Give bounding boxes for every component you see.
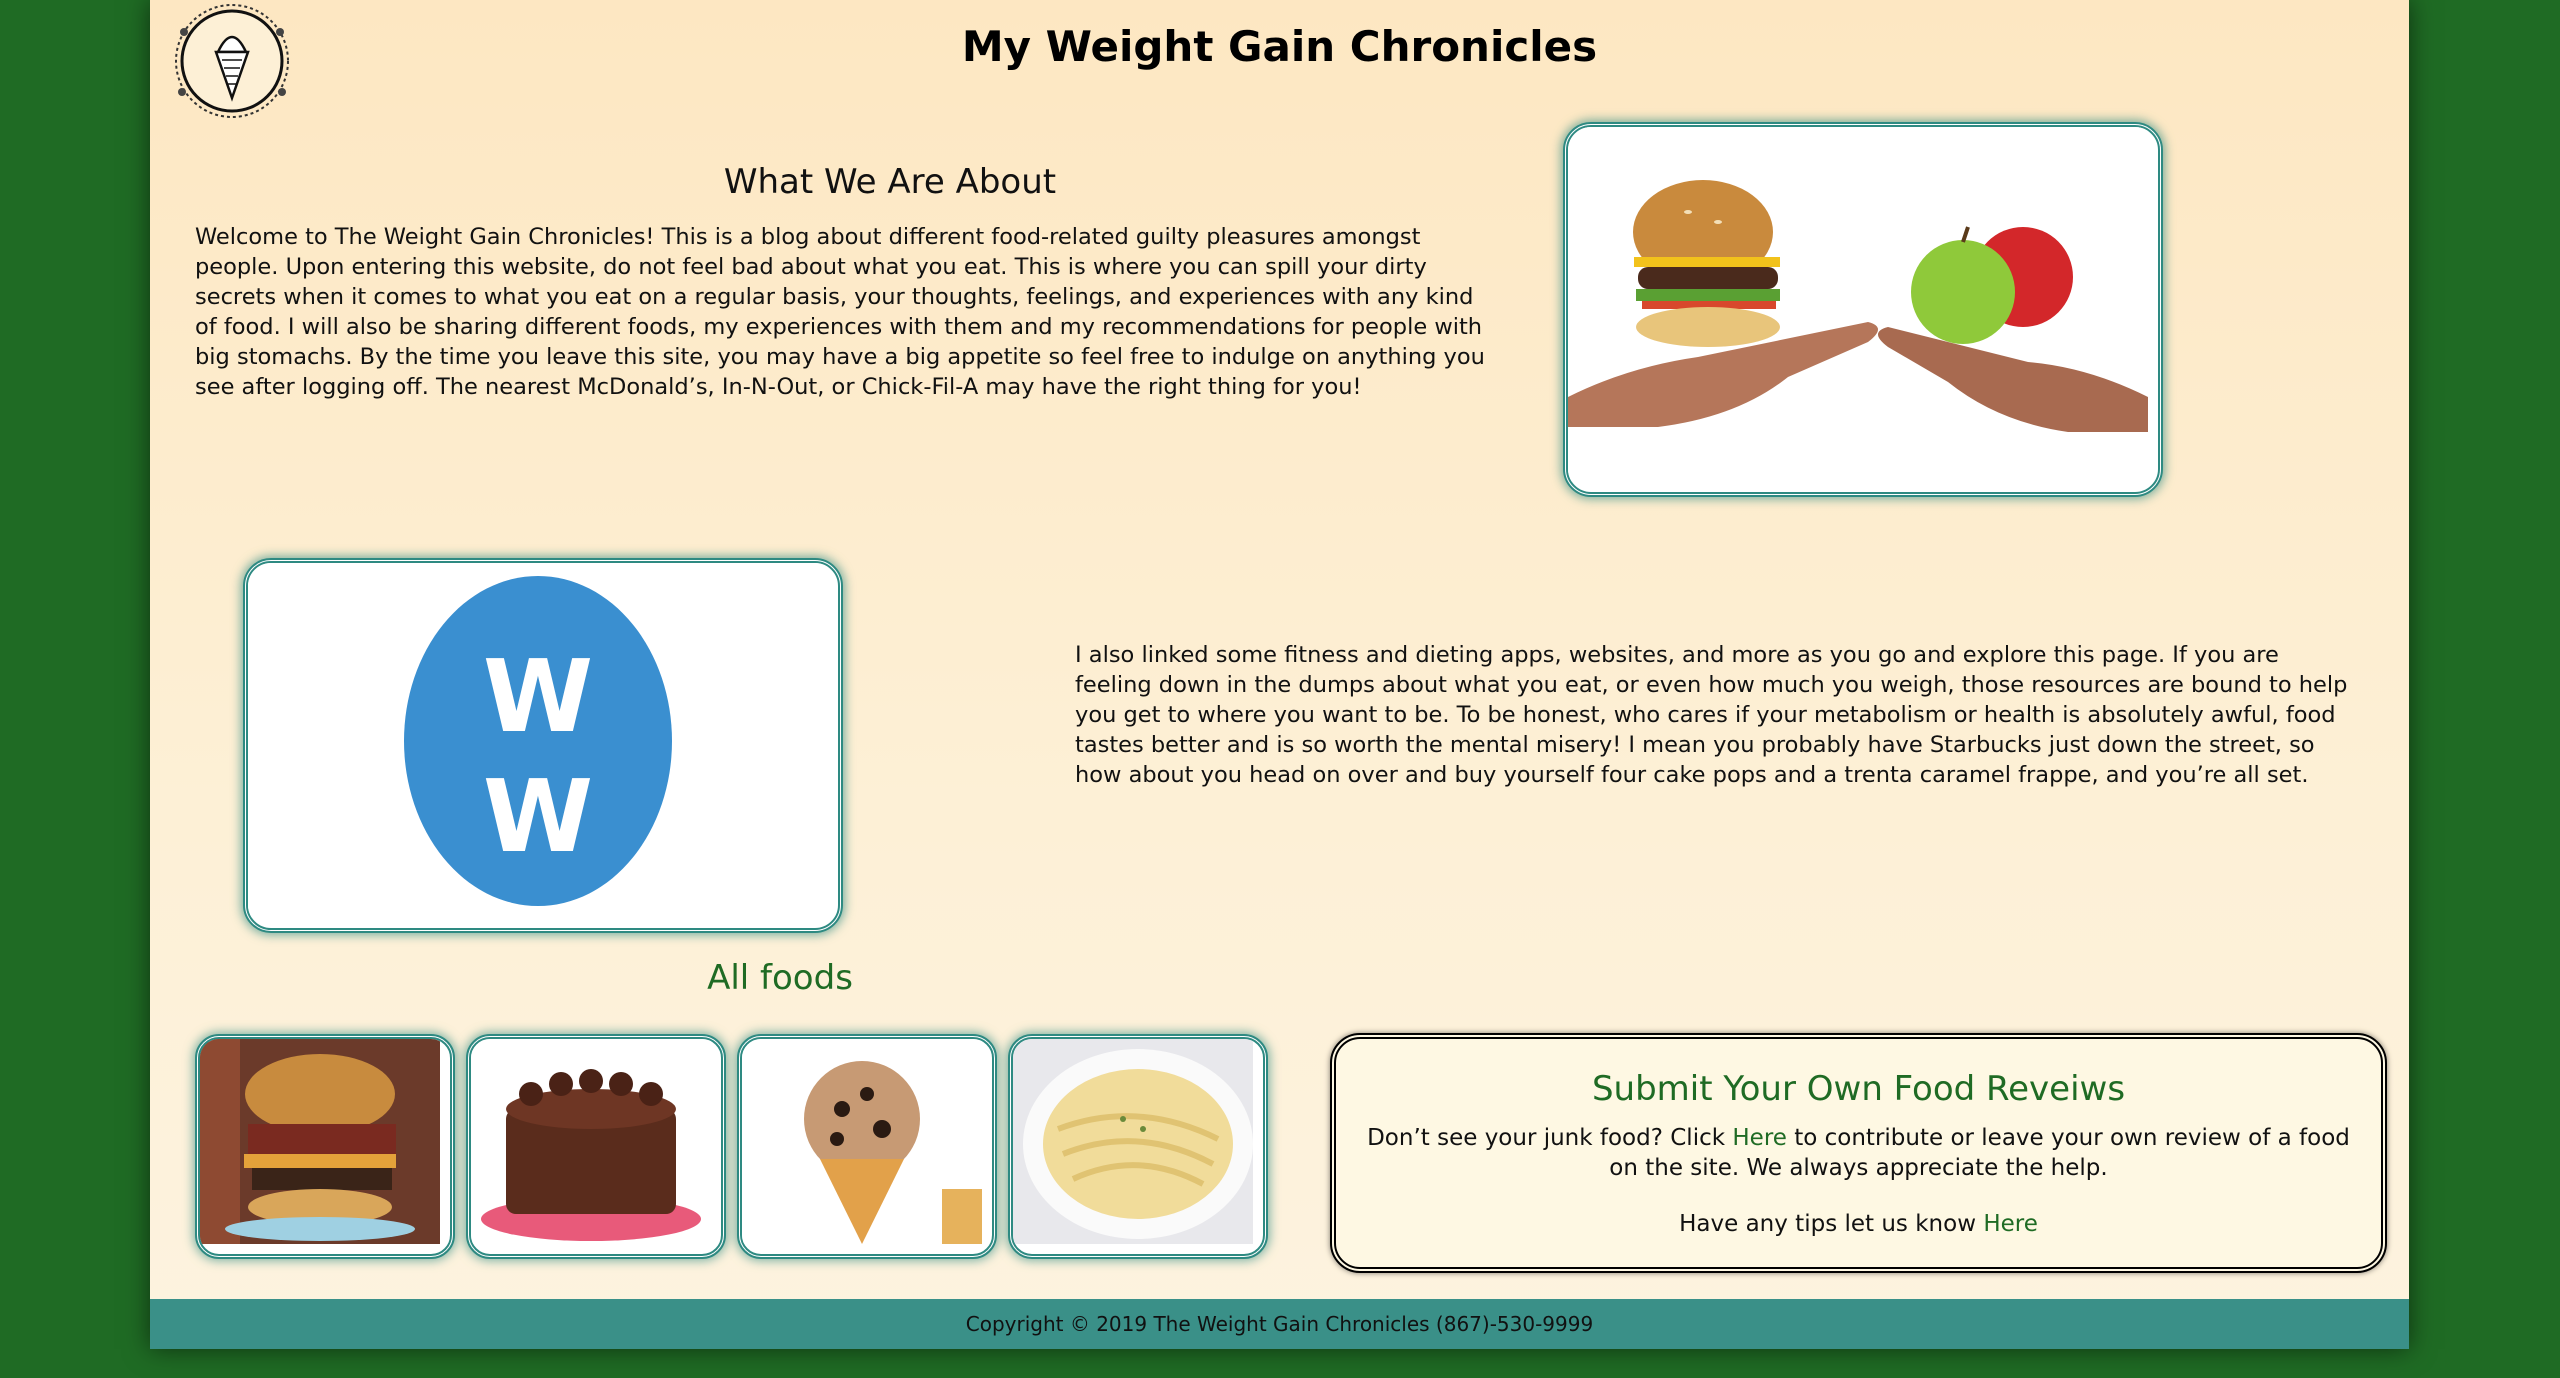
resources-paragraph: I also linked some fitness and dieting a…: [1075, 642, 2348, 788]
bacon-burger-thumbnail[interactable]: [195, 1034, 455, 1259]
submit-review-heading: Submit Your Own Food Reveiws: [1591, 1069, 2126, 1109]
svg-text:W: W: [483, 758, 593, 875]
tips-line: Have any tips let us know Here: [1336, 1211, 2381, 1237]
about-heading: What We Are About: [723, 162, 1057, 202]
all-foods-heading: All foods: [707, 958, 853, 998]
contribute-here-link[interactable]: Here: [1732, 1125, 1787, 1151]
footer-copyright: Copyright © 2019 The Weight Gain Chronic…: [965, 1312, 1594, 1336]
ww-logo-image[interactable]: W W: [243, 558, 843, 933]
fettuccine-pasta-thumbnail[interactable]: [1008, 1034, 1268, 1259]
submit-text-before: Don’t see your junk food? Click: [1367, 1125, 1733, 1151]
about-paragraph: Welcome to The Weight Gain Chronicles! T…: [195, 224, 1485, 400]
chocolate-cake-thumbnail[interactable]: [466, 1034, 726, 1259]
tips-text: Have any tips let us know: [1679, 1211, 1984, 1237]
burger-vs-apple-image: [1563, 122, 2163, 497]
submit-review-text: Don’t see your junk food? Click Here to …: [1361, 1123, 2356, 1183]
ice-cream-cone-thumbnail[interactable]: [737, 1034, 997, 1259]
site-title: My Weight Gain Chronicles: [961, 22, 1598, 71]
tips-here-link[interactable]: Here: [1983, 1211, 2038, 1237]
svg-text:W: W: [483, 638, 593, 755]
footer: Copyright © 2019 The Weight Gain Chronic…: [150, 1299, 2409, 1349]
submit-review-box: Submit Your Own Food Reveiws Don’t see y…: [1330, 1033, 2387, 1273]
page-container: My Weight Gain Chronicles What We Are Ab…: [150, 0, 2409, 1349]
